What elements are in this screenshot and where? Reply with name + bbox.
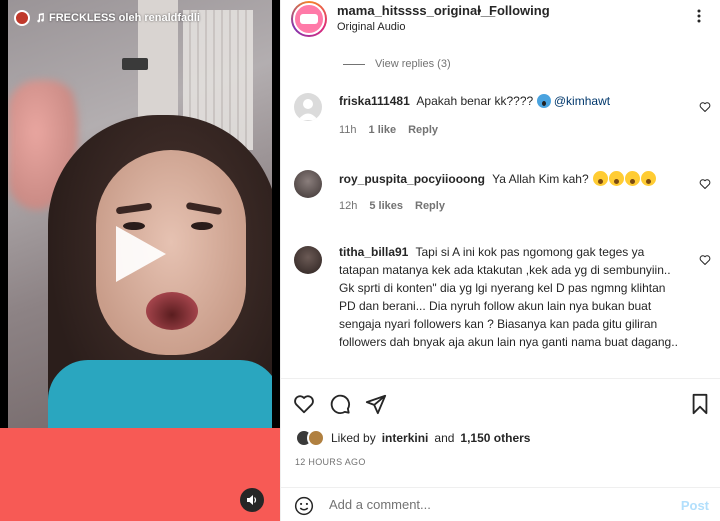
bookmark-icon[interactable] xyxy=(689,393,711,415)
post-actions: Liked by interkini and 1,150 others 12 H… xyxy=(281,378,720,521)
comment-text: Ya Allah Kim kah? xyxy=(492,172,589,186)
comment-likes[interactable]: 5 likes xyxy=(369,200,403,212)
comment-likes[interactable]: 1 like xyxy=(369,124,397,136)
comment-mention[interactable]: @kimhawt xyxy=(554,94,610,108)
comment-username[interactable]: titha_billa91 xyxy=(339,245,408,259)
account-avatar[interactable] xyxy=(291,1,327,37)
add-comment-bar: Post xyxy=(281,487,720,521)
account-username[interactable]: mama_hitssss_original__ xyxy=(337,3,495,18)
liker-username[interactable]: interkini xyxy=(382,431,429,445)
scream-emoji-icon xyxy=(536,94,551,108)
reply-button[interactable]: Reply xyxy=(408,124,438,136)
view-replies-label: View replies (3) xyxy=(375,58,451,70)
audio-attribution[interactable]: FRECKLESS oleh renaldfadli xyxy=(14,10,200,26)
play-icon[interactable] xyxy=(110,224,170,284)
commenter-avatar[interactable] xyxy=(294,246,322,274)
add-comment-input[interactable] xyxy=(329,497,659,512)
emoji-icon[interactable] xyxy=(294,496,314,516)
comment-username[interactable]: roy_puspita_pocyiiooong xyxy=(339,172,485,186)
more-icon[interactable] xyxy=(691,8,707,24)
music-note-icon xyxy=(37,13,44,23)
post-header: mama_hitssss_original__ • Following Orig… xyxy=(281,0,720,40)
likes-others-link[interactable]: 1,150 others xyxy=(460,431,530,445)
post-side-panel: mama_hitssss_original__ • Following Orig… xyxy=(280,0,720,521)
following-button[interactable]: Following xyxy=(489,3,550,18)
comment-time: 12h xyxy=(339,200,358,212)
comment-username[interactable]: friska111481 xyxy=(339,94,410,108)
share-icon[interactable] xyxy=(365,393,387,415)
original-audio-link[interactable]: Original Audio xyxy=(337,21,406,33)
commenter-avatar[interactable] xyxy=(294,93,322,121)
heart-icon[interactable] xyxy=(293,393,315,415)
video-player[interactable]: FRECKLESS oleh renaldfadli xyxy=(0,0,280,521)
post-comment-button[interactable]: Post xyxy=(681,498,709,513)
reply-button[interactable]: Reply xyxy=(415,200,445,212)
view-replies-toggle[interactable]: View replies (3) xyxy=(343,58,451,70)
comment-icon[interactable] xyxy=(329,393,351,415)
post-timestamp: 12 HOURS AGO xyxy=(295,457,366,467)
heart-icon[interactable] xyxy=(699,254,711,266)
comment-text: Apakah benar kk???? xyxy=(416,94,534,108)
comment-text: Tapi si A ini kok pas ngomong gak teges … xyxy=(339,245,678,349)
likes-prefix: Liked by xyxy=(331,431,376,445)
comment-time: 11h xyxy=(339,124,357,136)
liker-avatars xyxy=(295,429,325,447)
astonished-emoji-icons xyxy=(592,171,656,186)
instagram-post-view: FRECKLESS oleh renaldfadli mama_hitssss_… xyxy=(0,0,720,521)
commenter-avatar[interactable] xyxy=(294,170,322,198)
video-frame xyxy=(8,0,272,428)
likes-summary: Liked by interkini and 1,150 others xyxy=(295,429,530,447)
audio-avatar xyxy=(14,10,30,26)
default-avatar-icon xyxy=(298,99,318,120)
mute-button[interactable] xyxy=(240,488,264,512)
heart-icon[interactable] xyxy=(699,178,711,190)
audio-label: FRECKLESS oleh renaldfadli xyxy=(49,12,200,24)
header-separator: • xyxy=(477,3,482,18)
speaker-icon xyxy=(247,495,257,505)
likes-joiner: and xyxy=(434,431,455,445)
video-lower-band xyxy=(0,428,280,521)
heart-icon[interactable] xyxy=(699,101,711,113)
